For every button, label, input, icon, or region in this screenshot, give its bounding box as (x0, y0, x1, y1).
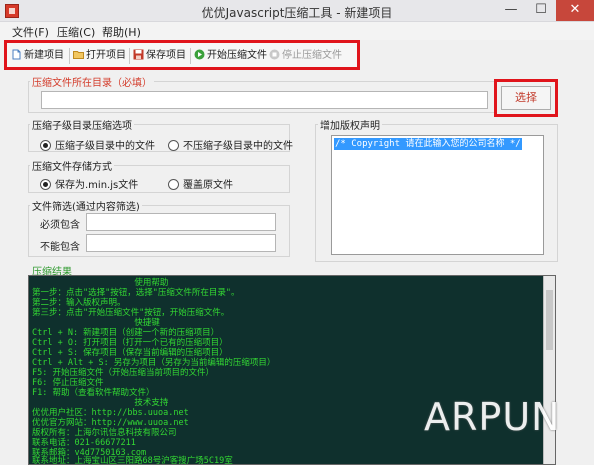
scrollbar-thumb[interactable] (546, 290, 553, 350)
radio-selected-icon (40, 179, 51, 190)
select-button-highlight: 选择 (494, 79, 558, 117)
radio-icon (168, 179, 179, 190)
subdir-option-skip-label: 不压缩子级目录中的文件 (183, 141, 293, 152)
open-project-button[interactable]: 打开项目 (73, 49, 126, 63)
must-exclude-label: 不能包含 (40, 242, 80, 253)
open-folder-icon (73, 51, 84, 59)
storage-option-overwrite-label: 覆盖原文件 (183, 180, 233, 191)
storage-option-overwrite[interactable]: 覆盖原文件 (168, 176, 233, 191)
start-compress-button[interactable]: 开始压缩文件 (194, 49, 267, 63)
copyright-text: /* Copyright 请在此输入您的公司名称 */ (334, 138, 522, 150)
maximize-button[interactable]: ☐ (526, 0, 556, 21)
new-project-label: 新建项目 (24, 50, 64, 61)
console-line: 第一步：点击"选择"按钮，选择"压缩文件所在目录"。 (32, 288, 240, 298)
menu-help[interactable]: 帮助(H) (102, 24, 141, 40)
toolbar: 新建项目 打开项目 保存项目 开始压缩文件 停止压缩文件 (4, 40, 360, 70)
new-project-button[interactable]: 新建项目 (11, 49, 64, 63)
console-line: 第二步：输入版权声明。 (32, 298, 126, 308)
storage-legend: 压缩文件存储方式 (30, 158, 114, 173)
directory-input[interactable] (41, 91, 488, 109)
menu-compress[interactable]: 压缩(C) (57, 24, 95, 40)
save-project-button[interactable]: 保存项目 (133, 49, 186, 63)
filter-legend: 文件筛选(通过内容筛选) (30, 198, 142, 213)
close-button[interactable]: ✕ (556, 0, 594, 21)
must-include-label: 必须包含 (40, 220, 80, 231)
menu-file[interactable]: 文件(F) (12, 24, 49, 40)
console-line: 快捷键 (32, 318, 160, 328)
console-line: 联系电话：021-66677211 (32, 438, 136, 448)
copyright-legend: 增加版权声明 (318, 117, 382, 132)
radio-icon (168, 140, 179, 151)
subdir-option-skip[interactable]: 不压缩子级目录中的文件 (168, 137, 293, 152)
stop-compress-button[interactable]: 停止压缩文件 (269, 49, 342, 63)
console-line: 优优用户社区：http://bbs.uuoa.net (32, 408, 189, 418)
must-exclude-input[interactable] (86, 234, 276, 252)
console-line: F1: 帮助（查看软件帮助文件） (32, 388, 155, 398)
subdir-option-compress-label: 压缩子级目录中的文件 (55, 141, 155, 152)
console-line: 优优官方网站：http://www.uuoa.net (32, 418, 189, 428)
select-button[interactable]: 选择 (501, 86, 551, 110)
console-line: 联系地址：上海宝山区三阳路68号沪客搜广场5C19室 (32, 456, 233, 465)
directory-legend: 压缩文件所在目录（必填） (30, 74, 154, 89)
watermark-logo: ARPUN (424, 395, 561, 439)
radio-selected-icon (40, 140, 51, 151)
console-line: Ctrl + O: 打开项目（打开一个已有的压缩项目） (32, 338, 228, 348)
stop-compress-label: 停止压缩文件 (282, 50, 342, 61)
console-line: 使用帮助 (32, 278, 169, 288)
console-line: Ctrl + Alt + S: 另存为项目（另存为当前编辑的压缩项目） (32, 358, 276, 368)
menu-bar: 文件(F) 压缩(C) 帮助(H) (0, 22, 594, 40)
console-line: Ctrl + N: 新建项目（创建一个新的压缩项目） (32, 328, 220, 338)
toolbar-separator (190, 48, 191, 64)
copyright-textarea[interactable]: /* Copyright 请在此输入您的公司名称 */ (331, 135, 544, 255)
console-line: 版权所有：上海尔讯信息科技有限公司 (32, 428, 177, 438)
open-project-label: 打开项目 (86, 50, 126, 61)
storage-option-min-label: 保存为.min.js文件 (55, 180, 139, 191)
save-project-label: 保存项目 (146, 50, 186, 61)
storage-option-min[interactable]: 保存为.min.js文件 (40, 176, 138, 191)
console-line: Ctrl + S: 保存项目（保存当前编辑的压缩项目） (32, 348, 228, 358)
subdir-option-compress[interactable]: 压缩子级目录中的文件 (40, 137, 155, 152)
play-icon (194, 49, 205, 60)
console-line: 技术支持 (32, 398, 169, 408)
console-line: 第三步：点击"开始压缩文件"按钮，开始压缩文件。 (32, 308, 230, 318)
start-compress-label: 开始压缩文件 (207, 50, 267, 61)
stop-icon (269, 49, 280, 60)
toolbar-separator (129, 48, 130, 64)
new-file-icon (12, 49, 21, 60)
subdir-legend: 压缩子级目录压缩选项 (30, 117, 134, 132)
console-line: F6: 停止压缩文件 (32, 378, 104, 388)
title-bar: 优优Javascript压缩工具 - 新建项目 — ☐ ✕ (0, 0, 594, 22)
must-include-input[interactable] (86, 213, 276, 231)
minimize-button[interactable]: — (496, 0, 526, 21)
save-disk-icon (133, 49, 144, 60)
toolbar-separator (69, 48, 70, 64)
console-line: F5: 开始压缩文件（开始压缩当前项目的文件） (32, 368, 214, 378)
